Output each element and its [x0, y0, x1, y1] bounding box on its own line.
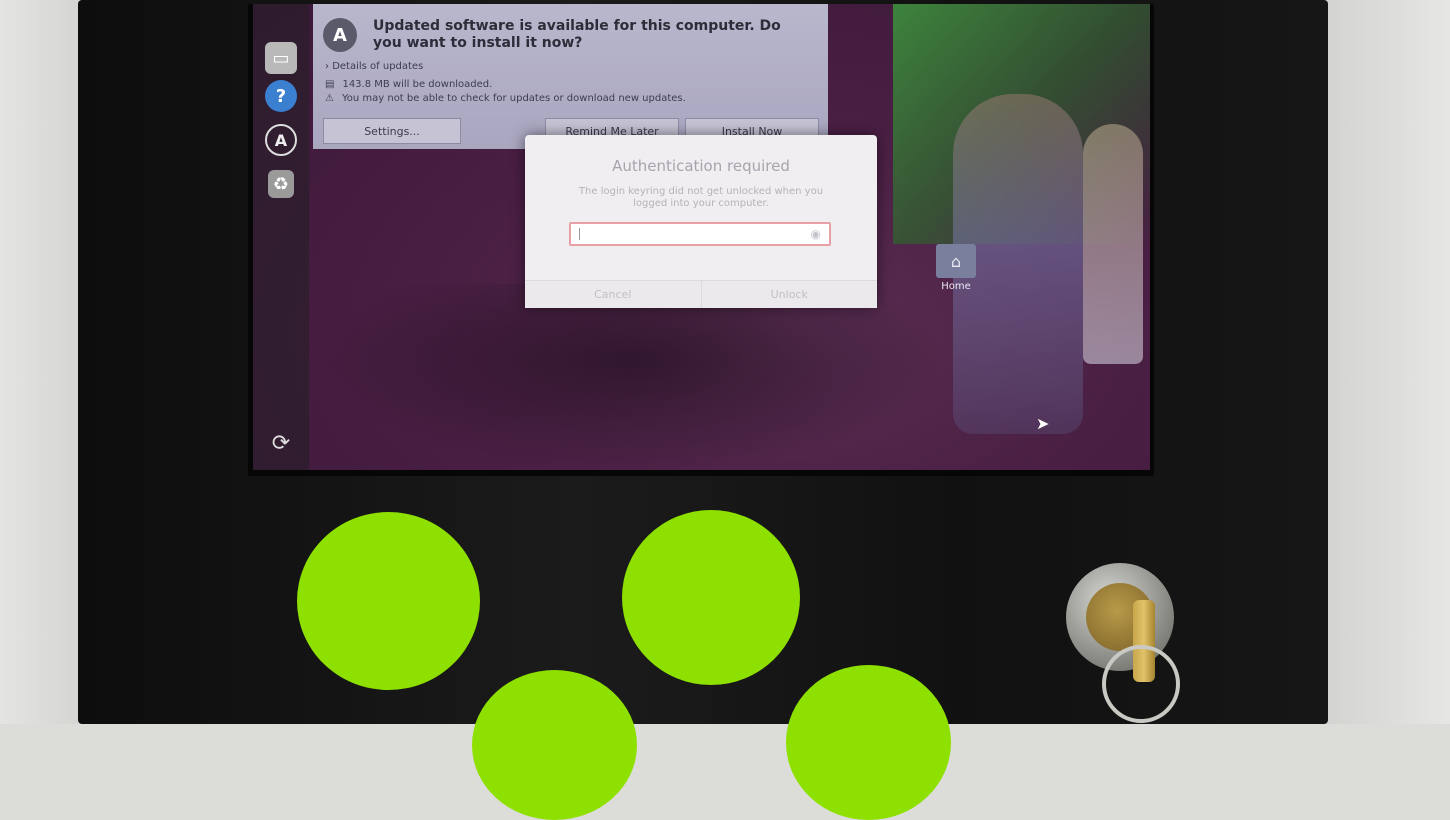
home-folder-icon[interactable]: ⌂	[936, 244, 976, 278]
trash-icon[interactable]: ♻	[268, 170, 294, 198]
details-label: Details of updates	[332, 61, 424, 72]
key-ring	[1102, 645, 1180, 723]
help-icon[interactable]: ?	[265, 80, 297, 112]
auth-dialog-message: The login keyring did not get unlocked w…	[578, 186, 824, 209]
software-updater-icon[interactable]: A	[265, 124, 297, 156]
auth-dialog-buttons: Cancel Unlock	[525, 280, 877, 308]
show-applications-icon[interactable]: ⟳	[267, 429, 295, 457]
password-input[interactable]: ◉	[569, 222, 831, 246]
warning-icon: ⚠	[325, 93, 334, 104]
warning-text: You may not be able to check for updates…	[341, 93, 686, 104]
home-folder-label: Home	[941, 281, 971, 292]
cancel-button[interactable]: Cancel	[525, 281, 701, 308]
kiosk-button-3[interactable]	[472, 670, 637, 820]
software-update-dialog: A Updated software is available for this…	[313, 4, 828, 149]
show-password-eye-icon[interactable]: ◉	[811, 227, 821, 241]
unlock-button[interactable]: Unlock	[700, 281, 877, 308]
launcher-dock: ▭ ? A ♻ ⟳	[253, 4, 309, 470]
files-icon[interactable]: ▭	[265, 42, 297, 74]
reflection-shadow	[313, 284, 953, 470]
mouse-cursor-icon: ➤	[1036, 414, 1050, 433]
auth-dialog-title: Authentication required	[612, 157, 790, 175]
reflection-person-2	[1083, 124, 1143, 364]
monitor-screen: ▭ ? A ♻ ⟳ A Updated software is availabl…	[253, 4, 1150, 470]
download-size-text: 143.8 MB will be downloaded.	[342, 79, 493, 90]
warning-line: ⚠ You may not be able to check for updat…	[325, 93, 686, 104]
update-dialog-title: Updated software is available for this c…	[373, 18, 781, 51]
authentication-dialog: Authentication required The login keyrin…	[525, 135, 877, 308]
download-size-line: ▤ 143.8 MB will be downloaded.	[325, 79, 492, 90]
chevron-right-icon: ›	[325, 61, 329, 72]
settings-button[interactable]: Settings...	[323, 118, 461, 144]
package-icon: ▤	[325, 79, 335, 90]
kiosk-button-2[interactable]	[622, 510, 800, 685]
kiosk-button-4[interactable]	[786, 665, 951, 820]
details-of-updates-toggle[interactable]: › Details of updates	[325, 61, 423, 72]
text-caret	[579, 228, 580, 240]
kiosk-button-1[interactable]	[297, 512, 480, 690]
software-updater-logo-icon: A	[323, 18, 357, 52]
